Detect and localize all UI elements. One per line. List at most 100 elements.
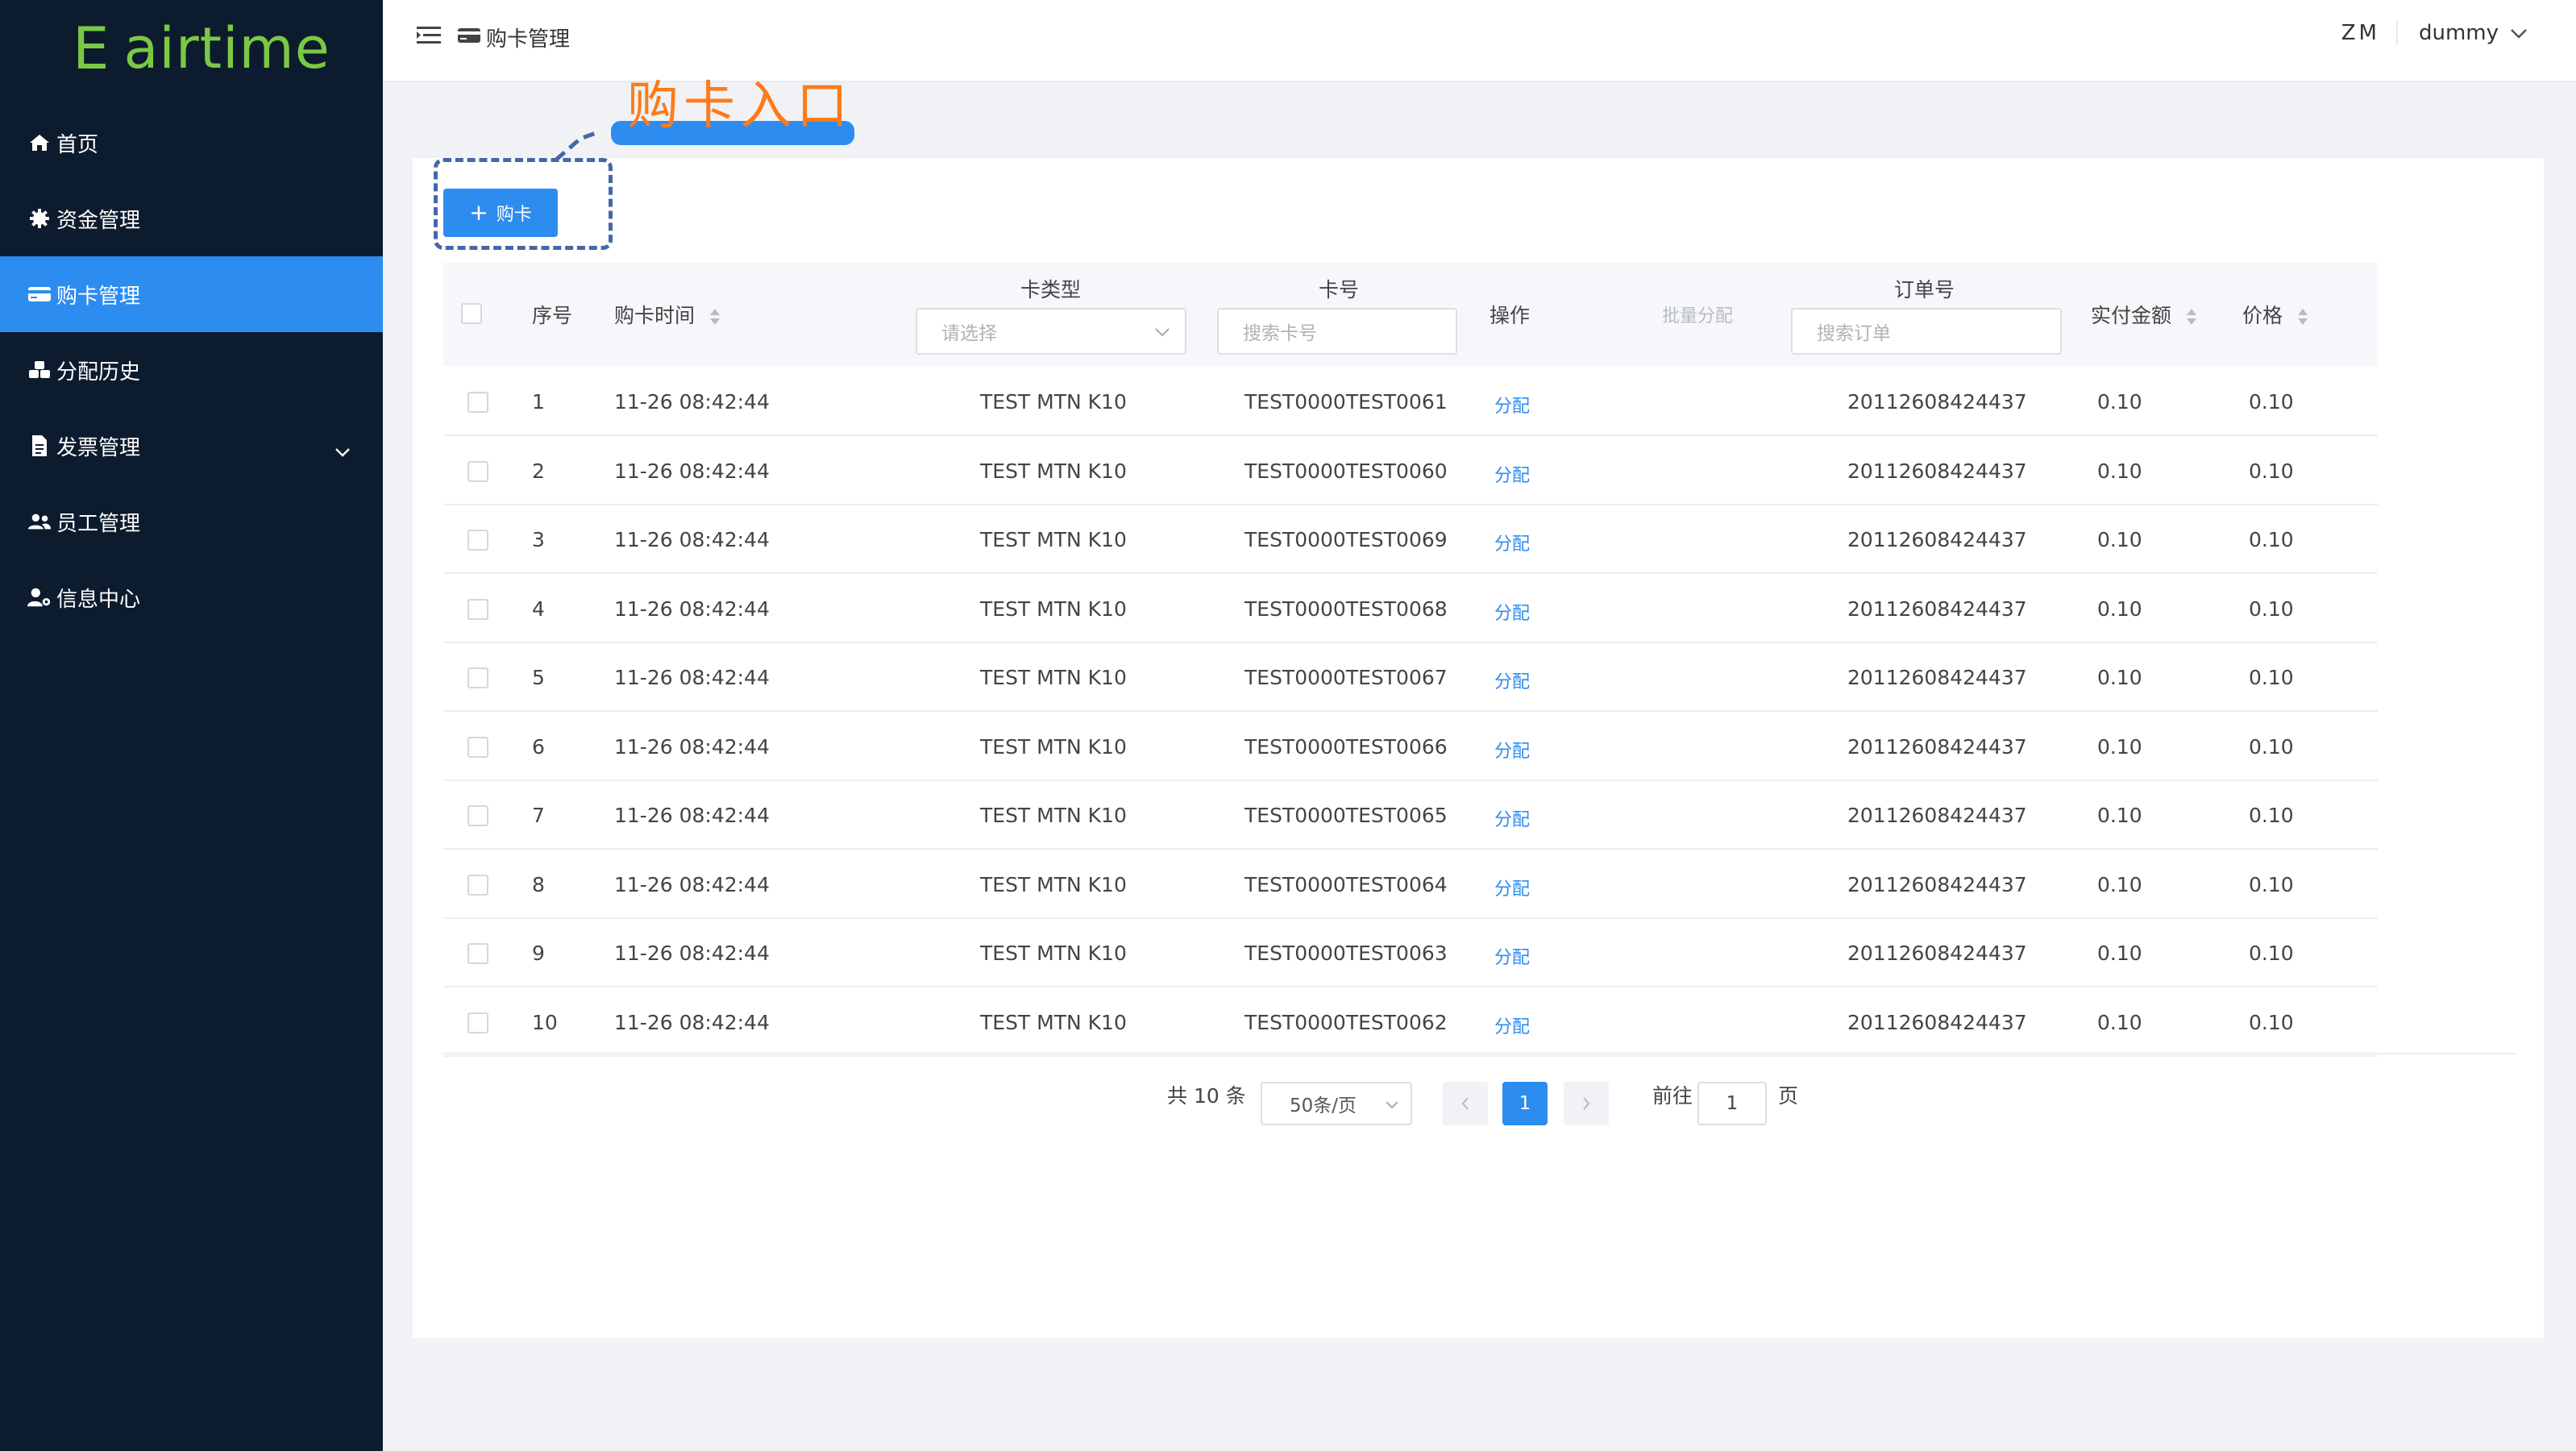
card-no-search-input[interactable]: 搜索卡号 [1217,308,1457,355]
sidebar-item-invoice[interactable]: 发票管理 [0,408,383,484]
row-checkbox[interactable] [467,874,488,896]
document-icon [27,434,52,458]
cell-price: 0.10 [2249,528,2294,551]
cell-order-no: 20112608424437 [1847,942,2027,965]
cell-card-type: TEST MTN K10 [980,597,1127,621]
cell-card-type: TEST MTN K10 [980,804,1127,827]
sort-icon[interactable] [2186,308,2197,326]
plus-icon: + [469,199,488,226]
sidebar-item-buy-card[interactable]: 购卡管理 [0,256,383,332]
cell-buy-time: 11-26 08:42:44 [614,804,770,827]
header-paid[interactable]: 实付金额 [2091,300,2197,329]
goto-label: 前往 [1652,1084,1693,1108]
row-checkbox[interactable] [467,805,488,826]
cell-card-type: TEST MTN K10 [980,666,1127,689]
chevron-left-icon [1461,1097,1469,1110]
cell-buy-time: 11-26 08:42:44 [614,1010,770,1034]
sidebar: E airtime 首页 资金管理 购卡管理 分配历史 发票管理 员工管理 信息… [0,0,383,1451]
users-icon [27,509,52,534]
sidebar-item-staff[interactable]: 员工管理 [0,484,383,559]
row-checkbox[interactable] [467,943,488,964]
prev-page-button[interactable] [1443,1082,1488,1125]
card-no-placeholder: 搜索卡号 [1243,323,1317,344]
header-price[interactable]: 价格 [2242,300,2308,329]
table-row: 1 11-26 08:42:44 TEST MTN K10 TEST0000TEST0… [443,368,2378,436]
chevron-down-icon[interactable] [2510,21,2528,45]
assign-link[interactable]: 分配 [1494,530,1530,555]
header-buy-time[interactable]: 购卡时间 [614,300,721,329]
assign-link[interactable]: 分配 [1494,667,1530,693]
header-card-type: 卡类型 [1020,278,1082,301]
row-checkbox[interactable] [467,736,488,758]
cell-index: 2 [532,459,545,483]
cell-index: 4 [532,597,545,621]
cell-card-no: TEST0000TEST0067 [1244,666,1448,689]
cell-paid: 0.10 [2097,528,2142,551]
row-checkbox[interactable] [467,1012,488,1033]
select-all-checkbox[interactable] [461,303,482,324]
cell-card-type: TEST MTN K10 [980,942,1127,965]
sidebar-item-history[interactable]: 分配历史 [0,332,383,408]
page-number-current[interactable]: 1 [1502,1082,1548,1125]
row-checkbox[interactable] [467,392,488,413]
sidebar-item-label: 员工管理 [56,511,141,536]
buy-card-button[interactable]: + 购卡 [443,189,558,237]
assign-link[interactable]: 分配 [1494,805,1530,831]
cell-card-no: TEST0000TEST0066 [1244,734,1448,759]
assign-link[interactable]: 分配 [1494,943,1530,969]
sidebar-item-info-center[interactable]: 信息中心 [0,559,383,635]
annotation-pointer [555,130,599,161]
goto-page-input[interactable]: 1 [1697,1082,1767,1125]
chevron-down-icon[interactable] [334,439,351,463]
home-icon [27,131,52,155]
sidebar-item-home[interactable]: 首页 [0,105,383,181]
row-checkbox[interactable] [467,530,488,551]
chevron-down-icon [1155,328,1170,337]
row-checkbox[interactable] [467,460,488,482]
card-type-select[interactable]: 请选择 [916,308,1186,355]
next-page-button[interactable] [1564,1082,1609,1125]
user-initials[interactable]: ZM [2325,21,2398,45]
order-no-search-input[interactable]: 搜索订单 [1791,308,2062,355]
assign-link[interactable]: 分配 [1494,392,1530,418]
chevron-down-icon [1386,1101,1398,1109]
table-row: 4 11-26 08:42:44 TEST MTN K10 TEST0000TEST0… [443,575,2378,643]
menu-toggle-icon[interactable] [417,24,441,50]
cell-buy-time: 11-26 08:42:44 [614,666,770,689]
cell-card-no: TEST0000TEST0063 [1244,942,1448,965]
top-header: 购卡管理 ZM dummy [383,0,2576,82]
sidebar-item-label: 购卡管理 [56,284,141,309]
assign-link[interactable]: 分配 [1494,461,1530,487]
assign-link[interactable]: 分配 [1494,599,1530,625]
cell-paid: 0.10 [2097,459,2142,483]
username[interactable]: dummy [2419,21,2499,45]
cell-price: 0.10 [2249,804,2294,827]
batch-assign-button[interactable]: 批量分配 [1662,301,1733,327]
table-header: 序号 购卡时间 卡类型 请选择 卡号 搜索卡号 操作 批量分配 订单号 搜索订单… [443,263,2378,366]
sidebar-item-label: 信息中心 [56,587,141,612]
user-area: ZM dummy [2325,21,2528,45]
sort-icon[interactable] [2297,308,2308,326]
app-logo[interactable]: E airtime [73,16,330,81]
cell-paid: 0.10 [2097,942,2142,965]
assign-link[interactable]: 分配 [1494,1012,1530,1038]
row-checkbox[interactable] [467,667,488,688]
cell-card-type: TEST MTN K10 [980,528,1127,551]
cell-paid: 0.10 [2097,666,2142,689]
table-row: 3 11-26 08:42:44 TEST MTN K10 TEST0000TEST0… [443,505,2378,574]
cell-buy-time: 11-26 08:42:44 [614,597,770,621]
cell-card-type: TEST MTN K10 [980,734,1127,759]
sort-icon[interactable] [709,308,721,326]
sidebar-item-funds[interactable]: 资金管理 [0,181,383,256]
page-size-select[interactable]: 50条/页 [1261,1082,1412,1125]
table-row: 9 11-26 08:42:44 TEST MTN K10 TEST0000TEST0… [443,919,2378,987]
cell-order-no: 20112608424437 [1847,666,2027,689]
table-divider [443,1053,2516,1054]
row-checkbox[interactable] [467,598,488,620]
cell-index: 1 [532,390,545,414]
cell-index: 8 [532,872,545,896]
assign-link[interactable]: 分配 [1494,875,1530,900]
assign-link[interactable]: 分配 [1494,737,1530,763]
cell-card-no: TEST0000TEST0060 [1244,459,1448,483]
cell-index: 7 [532,804,545,827]
